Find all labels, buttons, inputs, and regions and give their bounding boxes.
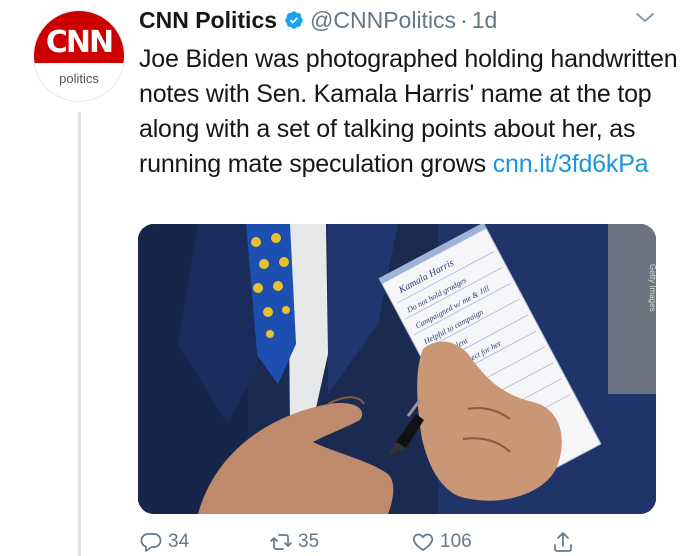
display-name[interactable]: CNN Politics	[139, 7, 277, 34]
like-icon	[412, 533, 434, 551]
reply-icon	[140, 533, 162, 552]
like-count: 106	[440, 531, 472, 552]
share-icon	[554, 532, 572, 552]
timestamp[interactable]: 1d	[472, 7, 498, 34]
handle[interactable]: @CNNPolitics	[310, 7, 456, 34]
like-button[interactable]: 106	[411, 530, 472, 554]
tweet-photo[interactable]: Kamala Harris Do not hold grudges Campai…	[138, 224, 656, 514]
photo-credit: Getty Images	[648, 264, 656, 312]
retweet-icon	[270, 534, 292, 550]
verified-badge-icon	[285, 11, 303, 29]
avatar-subtitle: politics	[59, 71, 99, 86]
photo-illustration: Kamala Harris Do not hold grudges Campai…	[138, 224, 656, 514]
reply-button[interactable]: 34	[139, 530, 189, 554]
tweet-header: CNN Politics @CNNPolitics · 1d	[139, 6, 497, 34]
tweet-link[interactable]: cnn.it/3fd6kPa	[493, 150, 649, 178]
share-button[interactable]	[551, 530, 575, 554]
tweet-text: Joe Biden was photographed holding handw…	[139, 42, 679, 182]
tweet-actions: 34 35 106	[139, 530, 589, 556]
retweet-button[interactable]: 35	[269, 530, 319, 554]
avatar[interactable]: CNN politics	[33, 10, 125, 102]
separator-dot: ·	[460, 6, 468, 33]
cnn-logo: CNN	[45, 25, 114, 60]
retweet-count: 35	[298, 531, 320, 552]
reply-count: 34	[168, 531, 190, 552]
chevron-down-icon[interactable]	[634, 10, 656, 26]
thread-line	[78, 112, 81, 556]
